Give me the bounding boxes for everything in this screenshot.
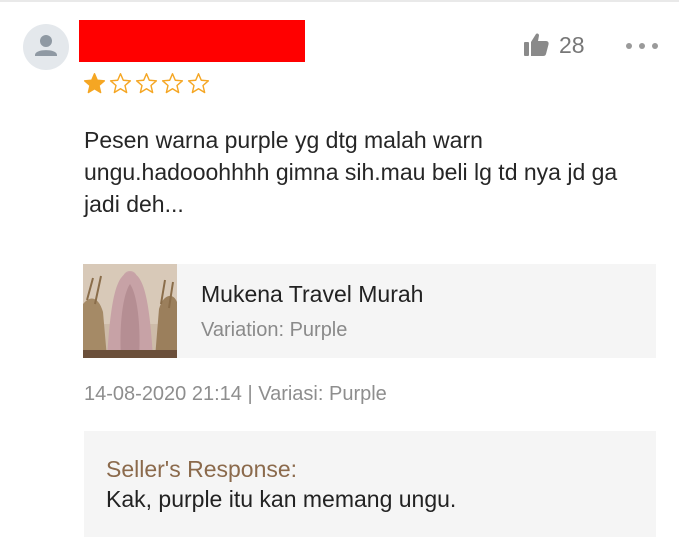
star-outline-icon (187, 73, 210, 94)
star-outline-icon (109, 73, 132, 94)
review-date-variation: 14-08-2020 21:14 | Variasi: Purple (84, 383, 387, 405)
seller-response-box: Seller's Response: Kak, purple itu kan m… (84, 431, 656, 537)
product-card[interactable]: Mukena Travel Murah Variation: Purple (83, 264, 656, 358)
star-rating (83, 72, 210, 95)
star-filled-icon (83, 73, 106, 94)
redacted-username (79, 20, 305, 62)
like-count: 28 (559, 31, 585, 58)
star-outline-icon (135, 73, 158, 94)
thumbs-up-icon (524, 33, 549, 56)
like-button[interactable]: 28 (521, 30, 585, 60)
review-text: Pesen warna purple yg dtg malah warn ung… (84, 127, 618, 217)
star-outline-icon (161, 73, 184, 94)
user-avatar-icon[interactable] (23, 24, 69, 70)
seller-response-text: Kak, purple itu kan memang ungu. (106, 486, 457, 512)
top-divider (0, 0, 679, 2)
more-options-icon[interactable] (625, 41, 659, 51)
product-thumbnail-image (83, 264, 177, 358)
product-name: Mukena Travel Murah (201, 281, 424, 307)
product-variation: Variation: Purple (201, 319, 348, 341)
seller-response-title: Seller's Response: (106, 456, 298, 482)
